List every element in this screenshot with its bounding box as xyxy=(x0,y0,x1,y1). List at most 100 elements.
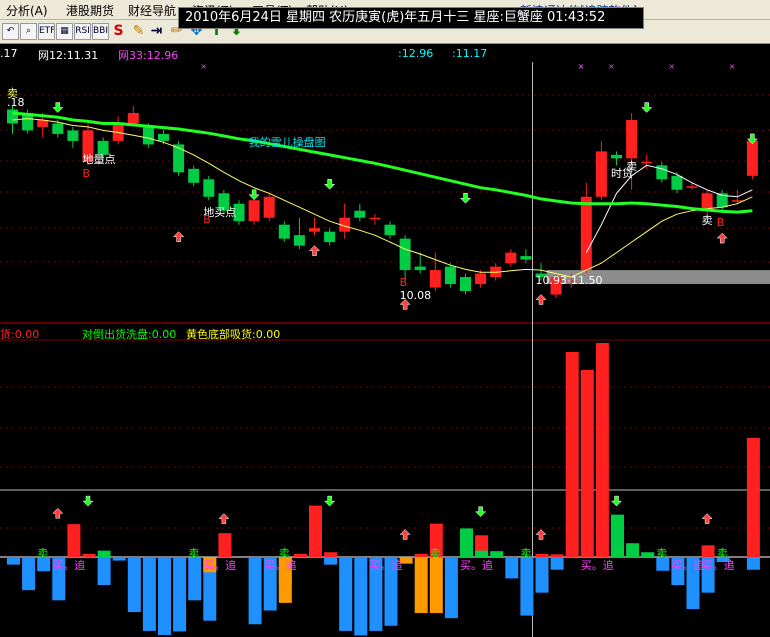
menu-analysis[interactable]: 分析(A) xyxy=(6,2,48,19)
signal-label: 卖 xyxy=(656,547,668,560)
chart-annotation: 时贷 xyxy=(611,167,633,181)
green-bar xyxy=(626,543,640,557)
chart-annotation: .18 xyxy=(7,95,25,109)
candle-body xyxy=(384,224,396,236)
etf-icon[interactable]: ETF xyxy=(38,23,55,40)
blue-bar xyxy=(22,557,36,591)
x-marker: × xyxy=(578,62,585,71)
zoom-icon[interactable]: ⌕ xyxy=(20,23,37,40)
chart-annotation: B xyxy=(716,216,725,230)
candle-body xyxy=(324,231,336,243)
info-bar: .17 网12:11.31 网33:12.96:12.96:11.17 xyxy=(0,44,770,62)
brush-icon[interactable]: ✎ xyxy=(130,23,147,40)
red-bar xyxy=(746,437,760,557)
candle-body xyxy=(369,217,381,220)
up-arrow-icon xyxy=(701,513,713,524)
chart-mode-icon[interactable]: ▦ xyxy=(56,23,73,40)
candle-body xyxy=(248,200,260,222)
chart-annotation: B xyxy=(399,275,408,289)
red-bar xyxy=(67,524,81,557)
info-item: :11.17 xyxy=(452,47,488,60)
blue-bar xyxy=(7,557,20,565)
candle-body xyxy=(686,186,698,188)
x-marker: × xyxy=(729,62,736,71)
info-item: 网12:11.31 xyxy=(38,49,99,62)
dollar-icon[interactable]: S xyxy=(110,23,127,40)
export-icon[interactable]: ⇥ xyxy=(148,23,165,40)
up-arrow-icon xyxy=(52,507,64,519)
chart-annotation: 10.08 xyxy=(399,288,432,302)
candle-body xyxy=(399,238,411,271)
green-bar xyxy=(611,514,624,557)
bbi-icon[interactable]: BBI xyxy=(92,23,109,40)
red-bar xyxy=(701,545,715,557)
candle-body xyxy=(67,130,79,141)
candle-body xyxy=(354,210,366,218)
signal-label: 买。追 xyxy=(580,559,614,572)
down-arrow-icon xyxy=(248,189,260,201)
up-arrow-icon xyxy=(399,529,411,540)
red-bar xyxy=(309,505,322,557)
signal-label: 卖 xyxy=(520,547,532,560)
red-bar xyxy=(535,553,549,557)
orange-bar xyxy=(429,557,443,614)
blue-bar xyxy=(535,557,549,593)
blue-bar xyxy=(339,557,353,631)
candle-body xyxy=(444,266,456,285)
signal-label: 买。追 xyxy=(369,559,403,572)
candle-body xyxy=(52,123,64,134)
red-bar xyxy=(565,352,579,557)
signal-label: 买。追 xyxy=(460,559,493,572)
rsi-icon[interactable]: RSI xyxy=(74,23,91,40)
chart-annotation: B xyxy=(82,167,91,181)
back-icon[interactable]: ↶ xyxy=(2,23,19,40)
candle-body xyxy=(293,235,305,246)
chart-annotation: 我的雪儿操盘图 xyxy=(248,135,326,149)
candle-body xyxy=(671,175,683,190)
chart-annotation: 卖 xyxy=(701,214,713,228)
menu-finance-nav[interactable]: 财经导航 xyxy=(128,2,176,19)
candle-body xyxy=(188,168,200,183)
blue-bar xyxy=(97,557,111,586)
orange-bar xyxy=(414,557,428,614)
green-bar xyxy=(97,550,111,557)
red-bar xyxy=(324,552,338,557)
signal-label: 买。追 xyxy=(52,559,86,572)
up-arrow-icon xyxy=(308,245,321,256)
candle-body xyxy=(611,154,622,159)
info-item: 网33:12.96 xyxy=(118,49,179,62)
down-arrow-icon xyxy=(459,193,472,204)
blue-bar xyxy=(158,557,171,635)
x-marker: × xyxy=(668,62,675,71)
red-bar xyxy=(414,553,428,557)
candle-body xyxy=(520,256,532,260)
up-arrow-icon xyxy=(535,294,547,305)
down-arrow-icon xyxy=(610,495,623,507)
x-marker: × xyxy=(200,62,207,71)
blue-bar xyxy=(520,557,534,616)
up-arrow-icon xyxy=(218,513,230,524)
candle-body xyxy=(746,140,758,176)
blue-bar xyxy=(112,557,126,561)
blue-bar xyxy=(188,557,202,601)
signal-label: 卖 xyxy=(37,547,49,560)
down-arrow-icon xyxy=(323,179,336,190)
chart-annotation: B xyxy=(203,212,211,226)
candle-body xyxy=(626,119,638,159)
info-item: :12.96 xyxy=(398,47,434,60)
signal-label: 卖 xyxy=(278,547,290,560)
blue-bar xyxy=(550,557,564,570)
candle-body xyxy=(142,126,154,145)
kline-chart[interactable]: × ×× × × × xyxy=(0,62,770,637)
signal-label: 卖 xyxy=(716,547,728,560)
blue-bar xyxy=(173,557,187,632)
sub-panel-header: 货:0.00 xyxy=(0,328,40,341)
up-arrow-icon xyxy=(535,529,547,540)
red-bar xyxy=(580,370,594,557)
candle-body xyxy=(641,161,653,164)
signal-label: 卖 xyxy=(429,547,441,560)
blue-bar xyxy=(505,557,519,579)
sub-panel-header: 对倒出货洗盘:0.00 xyxy=(82,328,177,341)
candle-body xyxy=(278,224,290,239)
menu-hk-futures[interactable]: 港股期货 xyxy=(66,2,114,19)
